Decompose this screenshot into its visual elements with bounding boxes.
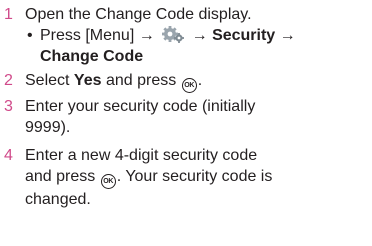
arrow: → <box>191 27 208 44</box>
step-3-line-2: 9999). <box>25 119 71 136</box>
and-press-text: and press <box>25 168 96 185</box>
ok-key-icon: OK <box>181 78 197 93</box>
ok-key-icon: OK <box>100 174 116 189</box>
step-number: 3 <box>4 98 13 115</box>
step-4-line-2: and press OK. Your security code is <box>25 166 370 189</box>
code-changed-text: . Your security code is <box>116 168 273 185</box>
step-3-line-1: Enter your security code (initially <box>25 98 256 115</box>
step-4-line-1: Enter a new 4-digit security code <box>25 147 258 164</box>
and-press-text: and press <box>105 72 177 89</box>
instruction-page: 1 Open the Change Code display. • Press … <box>0 0 372 246</box>
step-text: Select Yes and press OK. <box>25 70 370 93</box>
settings-gear-icon <box>161 26 185 44</box>
select-text: Select <box>25 72 70 89</box>
period: . <box>197 72 203 89</box>
step-text: Enter a new 4-digit security code and pr… <box>25 145 370 210</box>
step-number: 1 <box>4 6 13 23</box>
yes-option-label: Yes <box>73 72 102 89</box>
arrow: → <box>279 27 296 44</box>
step-number: 2 <box>4 72 13 89</box>
step-text: Enter your security code (initially 9999… <box>25 96 370 138</box>
security-menu-label: Security <box>212 27 276 44</box>
change-code-menu-label: Change Code <box>40 48 144 65</box>
step-1-text: Open the Change Code display. <box>25 6 252 23</box>
step-number: 4 <box>4 147 13 164</box>
bullet-marker: • <box>27 27 33 44</box>
step-4-line-3: changed. <box>25 191 91 208</box>
step-text: Open the Change Code display. <box>25 4 370 25</box>
press-menu-text: Press [Menu] → <box>40 27 155 44</box>
